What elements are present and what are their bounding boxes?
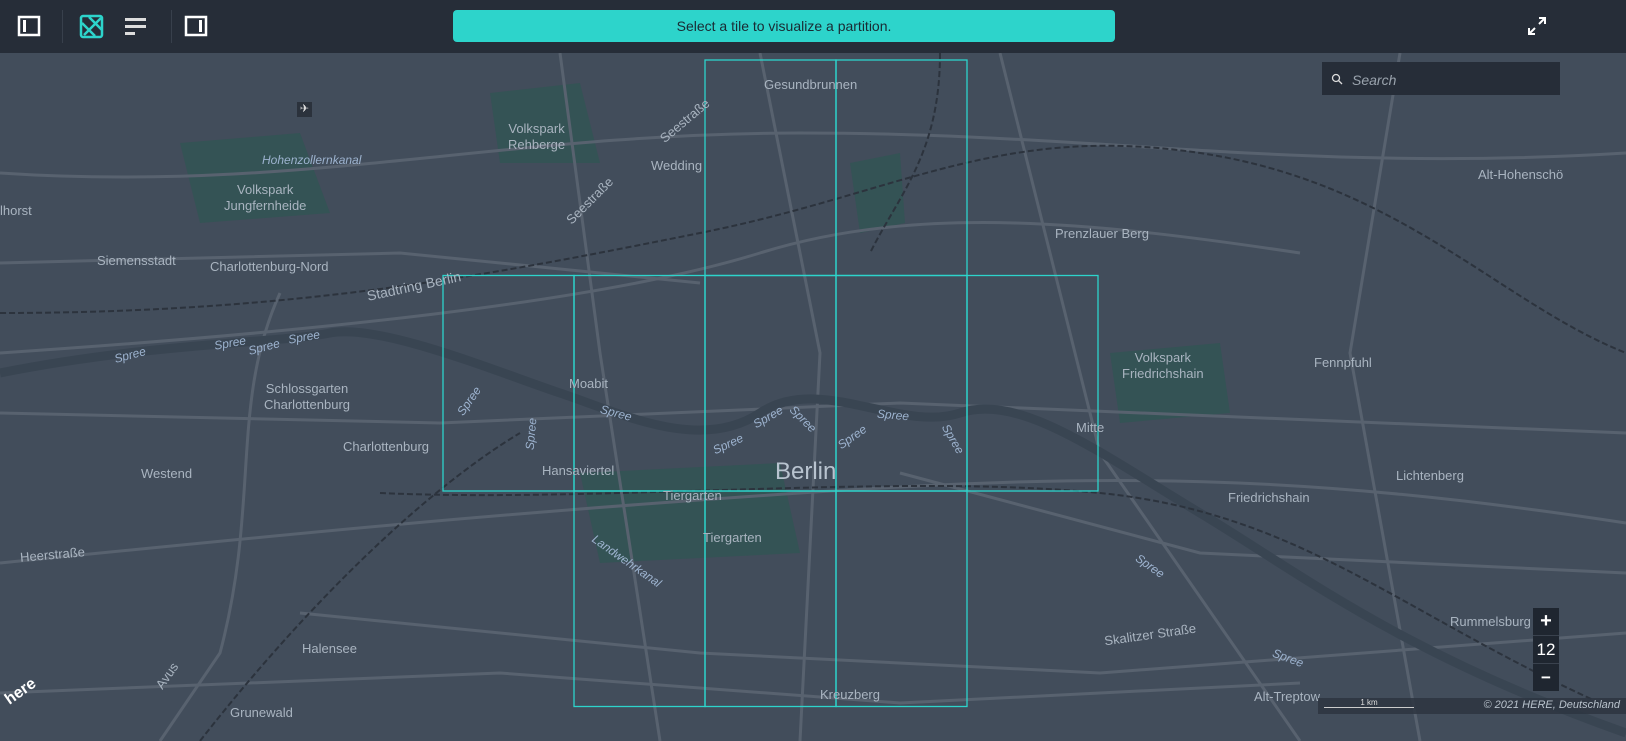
fullscreen-icon[interactable]: [1526, 15, 1548, 37]
map-canvas[interactable]: Gesundbrunnen Volkspark Rehberge Wedding…: [0, 53, 1626, 741]
river-label: Spree: [876, 406, 910, 424]
map-label: Fennpfuhl: [1314, 355, 1372, 370]
map-label: Tiergarten: [663, 488, 722, 503]
attribution-bar: 1 km © 2021 HERE, Deutschland: [1318, 698, 1626, 714]
map-label: Volkspark Friedrichshain: [1122, 350, 1204, 381]
map-label: Moabit: [569, 376, 609, 391]
zoom-level: 12: [1533, 636, 1559, 664]
zoom-control: + 12 −: [1533, 608, 1559, 691]
map-base: [0, 53, 1626, 741]
partition-tile[interactable]: [442, 274, 575, 492]
map-label: Lichtenberg: [1396, 468, 1464, 483]
left-panel-toggle-icon[interactable]: [17, 13, 43, 39]
tile-grid-icon[interactable]: [79, 13, 105, 39]
map-label: Friedrichshain: [1228, 490, 1310, 505]
zoom-in-button[interactable]: +: [1533, 608, 1559, 636]
status-banner: Select a tile to visualize a partition.: [453, 10, 1115, 42]
map-label: Charlottenburg-Nord: [210, 259, 329, 274]
map-label: Kreuzberg: [820, 687, 880, 702]
map-label: Hohenzollernkanal: [262, 153, 362, 167]
map-label: Volkspark Rehberge: [508, 121, 566, 152]
search-input[interactable]: [1350, 62, 1554, 97]
map-label: Volkspark Jungfernheide: [224, 182, 307, 213]
map-label: Mitte: [1076, 420, 1105, 435]
map-label: Halensee: [302, 641, 357, 656]
map-label: Alt-Hohenschö: [1478, 167, 1564, 182]
partition-tile[interactable]: [835, 490, 968, 708]
map-label: Hansaviertel: [542, 463, 615, 478]
search-icon: [1331, 73, 1343, 85]
top-toolbar: Select a tile to visualize a partition.: [0, 0, 1626, 53]
map-label: Gesundbrunnen: [764, 77, 858, 92]
map-label: Rummelsburg: [1450, 614, 1531, 629]
layers-list-icon[interactable]: [123, 13, 149, 39]
map-label: Tiergarten: [703, 530, 762, 545]
river-label: Spree: [522, 417, 540, 451]
airport-icon: ✈: [297, 102, 312, 117]
city-label: Berlin: [775, 458, 837, 485]
map-label: Wedding: [651, 158, 703, 173]
right-panel-toggle-icon[interactable]: [184, 13, 210, 39]
copyright-text[interactable]: © 2021 HERE, Deutschland: [1483, 699, 1620, 711]
map-label: Alt-Treptow: [1254, 689, 1320, 704]
partition-tile[interactable]: [835, 274, 968, 492]
zoom-out-button[interactable]: −: [1533, 664, 1559, 691]
partition-tile[interactable]: [573, 490, 706, 708]
search-box[interactable]: [1322, 62, 1560, 97]
map-label: Schlossgarten Charlottenburg: [264, 381, 350, 412]
map-label: Siemensstadt: [97, 253, 176, 268]
map-label: Charlottenburg: [343, 439, 429, 454]
map-label: lhorst: [0, 203, 32, 218]
map-label: Westend: [141, 466, 193, 481]
map-label: Prenzlauer Berg: [1055, 226, 1149, 241]
partition-tile[interactable]: [704, 490, 837, 708]
scale-bar: 1 km: [1324, 699, 1414, 708]
map-label: Grunewald: [230, 705, 293, 720]
partition-tile[interactable]: [966, 274, 1099, 492]
